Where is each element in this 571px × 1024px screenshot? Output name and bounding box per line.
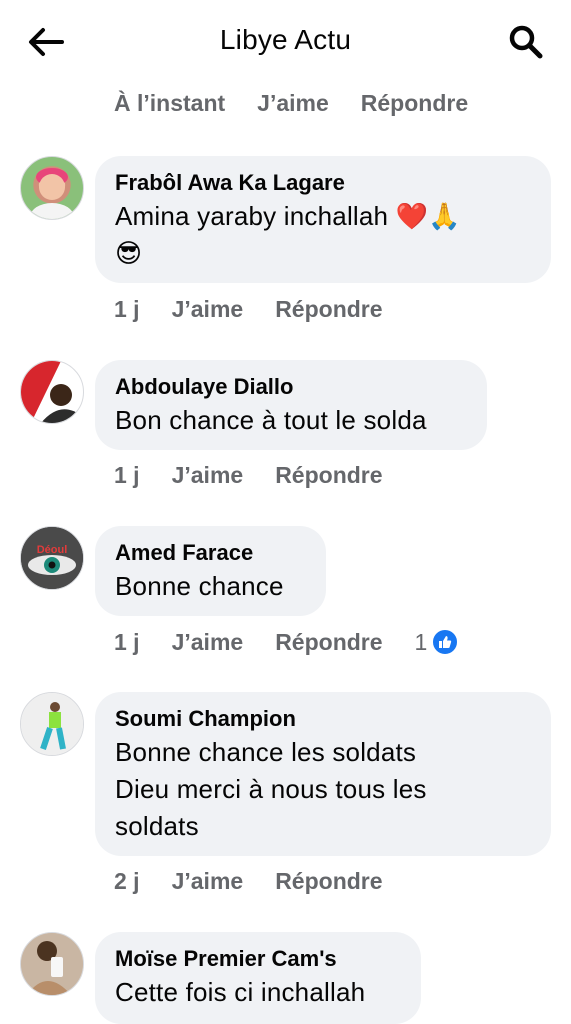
- like-link[interactable]: J’aime: [172, 296, 244, 323]
- comment-bubble: Abdoulaye Diallo Bon chance à tout le so…: [95, 360, 487, 450]
- avatar[interactable]: Déoul: [20, 526, 84, 590]
- like-link[interactable]: J’aime: [172, 868, 244, 895]
- comment-actions: 1 j J’aime Répondre: [114, 296, 383, 323]
- search-button[interactable]: [502, 20, 550, 64]
- app-header: Libye Actu: [0, 0, 571, 84]
- search-icon: [509, 25, 543, 59]
- comment-author[interactable]: Amed Farace: [115, 538, 306, 568]
- reaction-count[interactable]: 1: [415, 628, 460, 656]
- comment-time: 1 j: [114, 628, 140, 655]
- avatar-photo: [21, 361, 83, 423]
- comment-actions: 1 j J’aime Répondre: [114, 462, 383, 489]
- comment-actions: 2 j J’aime Répondre: [114, 868, 383, 895]
- comment-author[interactable]: Moïse Premier Cam's: [115, 944, 401, 974]
- like-link[interactable]: J’aime: [257, 90, 329, 117]
- avatar-text: Déoul: [37, 544, 68, 556]
- comment-bubble: Moïse Premier Cam's Cette fois ci inchal…: [95, 932, 421, 1024]
- comment-author[interactable]: Abdoulaye Diallo: [115, 372, 467, 402]
- comment-author[interactable]: Soumi Champion: [115, 704, 531, 734]
- comment-bubble: Soumi Champion Bonne chance les soldats …: [95, 692, 551, 856]
- like-link[interactable]: J’aime: [172, 462, 244, 489]
- comment-author[interactable]: Frabôl Awa Ka Lagare: [115, 168, 531, 198]
- like-link[interactable]: J’aime: [172, 629, 244, 656]
- comment-text: Cette fois ci inchallah: [115, 977, 366, 1007]
- comment-time: 1 j: [114, 462, 140, 488]
- page-title: Libye Actu: [219, 24, 352, 55]
- reply-link[interactable]: Répondre: [361, 90, 468, 117]
- comment-actions: 1 j J’aime Répondre 1: [114, 628, 460, 656]
- avatar-photo: [21, 933, 83, 995]
- comment-bubble: Amed Farace Bonne chance: [95, 526, 326, 616]
- comment-text: Bonne chance les soldats Dieu merci à no…: [115, 737, 427, 841]
- comment-time: À l’instant: [114, 90, 226, 116]
- avatar-photo: [30, 168, 74, 219]
- comment-time: 2 j: [114, 868, 140, 894]
- avatar[interactable]: [20, 360, 84, 424]
- comment-time: 1 j: [114, 296, 140, 322]
- comment-actions: À l’instant J’aime Répondre: [114, 90, 468, 117]
- avatar[interactable]: [20, 932, 84, 996]
- avatar-photo: Déoul: [21, 527, 83, 589]
- reply-link[interactable]: Répondre: [275, 868, 382, 895]
- avatar[interactable]: [20, 156, 84, 220]
- avatar-photo: [21, 693, 83, 755]
- comment-text: Amina yaraby inchallah ❤️🙏 😎: [115, 201, 461, 268]
- comment-text: Bon chance à tout le solda: [115, 405, 427, 435]
- reply-link[interactable]: Répondre: [275, 629, 382, 656]
- comment-text: Bonne chance: [115, 571, 284, 601]
- reply-link[interactable]: Répondre: [275, 462, 382, 489]
- comment-bubble: Frabôl Awa Ka Lagare Amina yaraby inchal…: [95, 156, 551, 283]
- thumbs-up-icon: [431, 628, 460, 656]
- reply-link[interactable]: Répondre: [275, 296, 382, 323]
- reaction-number: 1: [414, 628, 428, 655]
- avatar[interactable]: [20, 692, 84, 756]
